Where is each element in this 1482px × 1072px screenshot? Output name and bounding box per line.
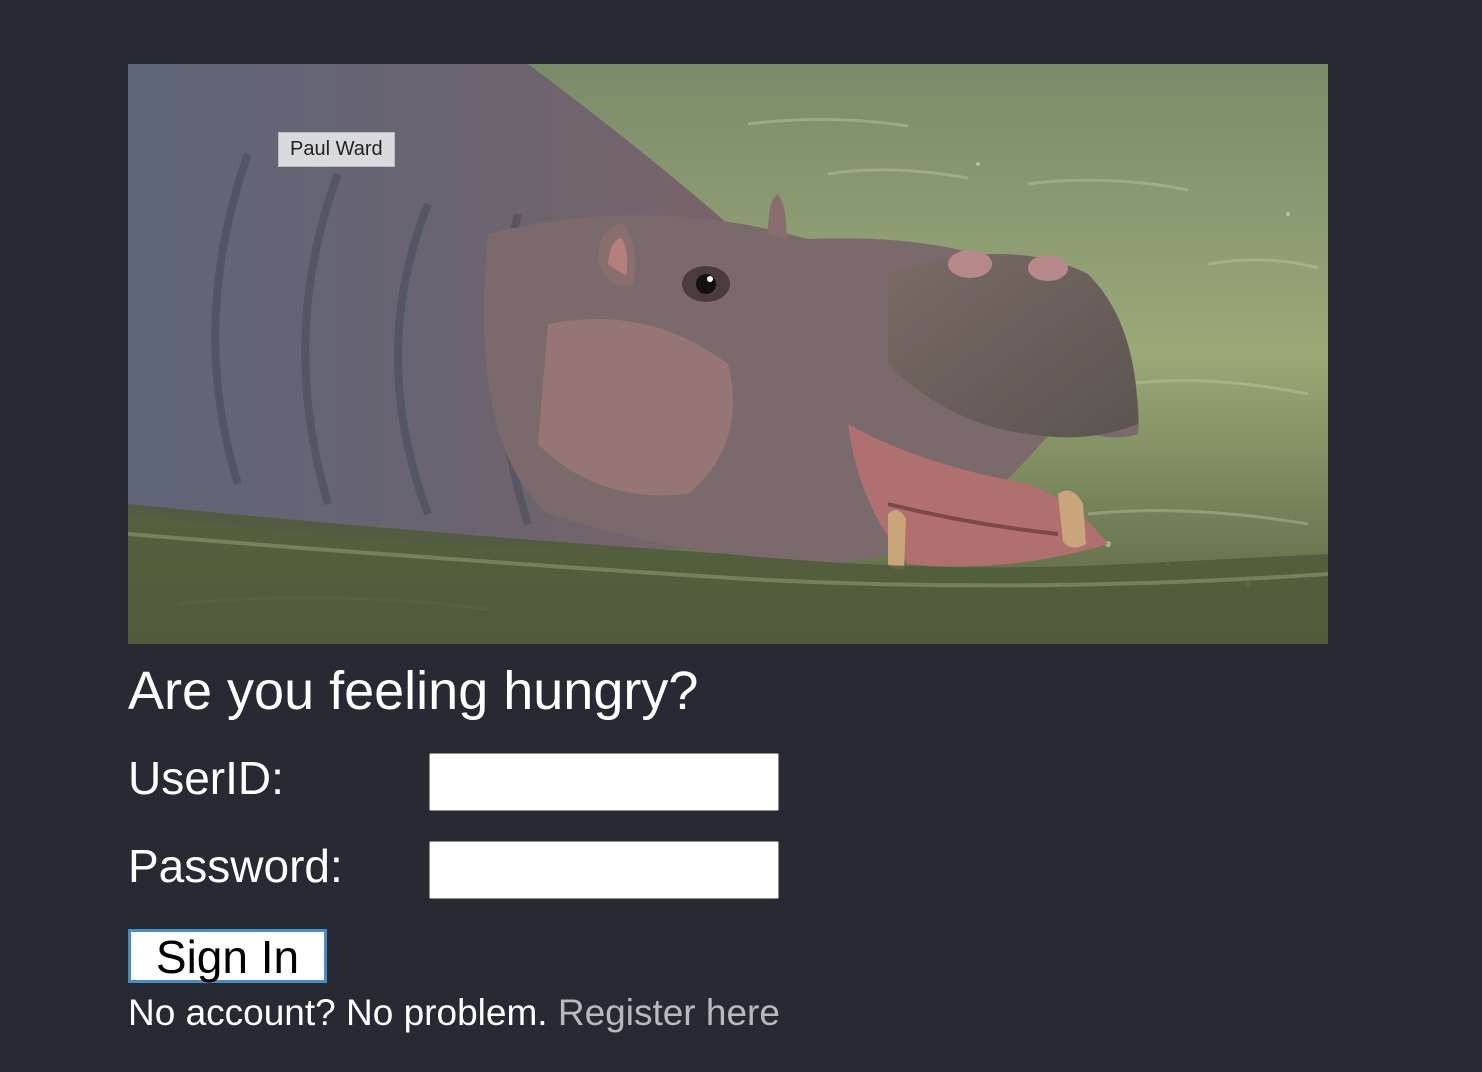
login-page: Paul Ward Are you feeling hungry? UserID… xyxy=(0,0,1482,1072)
register-prompt: No account? No problem. Register here xyxy=(128,990,780,1036)
page-title: Are you feeling hungry? xyxy=(128,661,699,721)
password-label: Password: xyxy=(128,840,343,892)
sign-in-button[interactable]: Sign In xyxy=(128,929,327,983)
photo-credit-tooltip: Paul Ward xyxy=(278,132,395,167)
password-input[interactable] xyxy=(429,841,779,899)
register-prompt-text: No account? No problem. xyxy=(128,992,548,1033)
hero-image: Paul Ward xyxy=(128,64,1328,644)
userid-input[interactable] xyxy=(429,753,779,811)
userid-label: UserID: xyxy=(128,752,284,804)
register-link[interactable]: Register here xyxy=(558,992,780,1033)
